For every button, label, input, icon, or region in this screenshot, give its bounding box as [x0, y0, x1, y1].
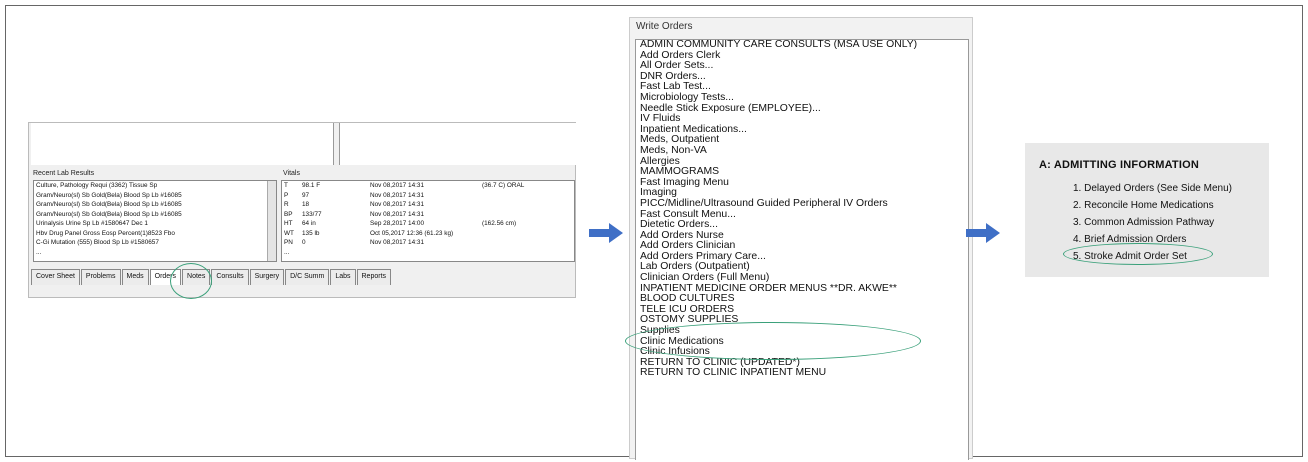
- vitals-cell-v: 18: [302, 201, 310, 208]
- vitals-cell-k: WT: [284, 229, 294, 237]
- arrow-right-icon: [589, 223, 623, 243]
- top-left-pane: [31, 123, 334, 165]
- inpatient-menu-highlight-circle: [625, 322, 921, 360]
- scrollbar[interactable]: [267, 181, 276, 261]
- vitals-cell-v: 135 lb: [302, 229, 320, 237]
- lab-result-row[interactable]: Gram/Neuro(sl) Sb Gold(Bela) Blood Sp Lb…: [34, 200, 276, 210]
- lab-result-row[interactable]: Culture, Pathology Requi (3362) Tissue S…: [34, 181, 276, 191]
- stroke-order-highlight-circle: [1063, 243, 1213, 265]
- vitals-row[interactable]: WT 135 lb Oct 05,2017 12:36 (61.23 kg): [282, 229, 574, 239]
- tab-reports[interactable]: Reports: [356, 269, 392, 285]
- write-orders-header: Write Orders: [636, 21, 693, 32]
- orders-tab-highlight-circle: [170, 263, 212, 299]
- tab-cover-sheet[interactable]: Cover Sheet: [31, 269, 80, 285]
- lab-result-row[interactable]: C-Gi Mutation (555) Blood Sp Lb #1580657: [34, 238, 276, 248]
- vitals-title: Vitals: [283, 170, 300, 177]
- vitals-cell-v: 97: [302, 191, 310, 199]
- vitals-row[interactable]: T 98.1 F Nov 08,2017 14:31 (36.7 C) ORAL: [282, 181, 574, 191]
- vitals-row[interactable]: R 18 Nov 08,2017 14:31: [282, 200, 574, 210]
- orders-list: ADMIN COMMUNITY CARE CONSULTS (MSA USE O…: [635, 39, 969, 460]
- vitals-row[interactable]: P 97 Nov 08,2017 14:31: [282, 191, 574, 201]
- vitals-cell-d: Nov 08,2017 14:31: [370, 210, 425, 218]
- tab-consults[interactable]: Consults: [211, 269, 249, 285]
- admitting-item[interactable]: 1. Delayed Orders (See Side Menu): [1073, 183, 1232, 194]
- arrow-right-icon: [966, 223, 1000, 243]
- admitting-title: A: ADMITTING INFORMATION: [1039, 159, 1199, 171]
- cprs-cover-sheet: Recent Lab Results Vitals Culture, Patho…: [28, 122, 576, 298]
- vitals-row[interactable]: BP 133/77 Nov 08,2017 14:31: [282, 210, 574, 220]
- vitals-cell-k: HT: [284, 220, 293, 227]
- lab-result-row[interactable]: Gram/Neuro(sl) Sb Gold(Bela) Blood Sp Lb…: [34, 210, 276, 220]
- lab-result-row[interactable]: Gram/Neuro(sl) Sb Gold(Bela) Blood Sp Lb…: [34, 191, 276, 201]
- vitals-row[interactable]: ...: [282, 248, 574, 258]
- top-right-pane: [339, 123, 576, 165]
- vitals-cell-v: 64 in: [302, 220, 316, 227]
- order-menu-item[interactable]: ADMIN COMMUNITY CARE CONSULTS (MSA USE O…: [640, 40, 968, 51]
- vitals-cell-k: T: [284, 182, 288, 189]
- order-menu-item[interactable]: Microbiology Tests...: [640, 92, 968, 104]
- vitals-cell-v: 98.1 F: [302, 182, 321, 189]
- order-menu-item[interactable]: PICC/Midline/Ultrasound Guided Periphera…: [640, 198, 968, 210]
- order-menu-item[interactable]: Fast Imaging Menu: [640, 177, 968, 189]
- order-menu-item[interactable]: Meds, Non-VA: [640, 145, 968, 157]
- tab-labs[interactable]: Labs: [330, 269, 356, 285]
- vitals-cell-k: P: [284, 191, 289, 199]
- order-menu-item[interactable]: Needle Stick Exposure (EMPLOYEE)...: [640, 103, 968, 115]
- vitals-row[interactable]: HT 64 in Sep 28,2017 14:00 (162.56 cm): [282, 219, 574, 229]
- lab-result-row[interactable]: Urinalysis Urine Sp Lb #1580647 Dec 1: [34, 219, 276, 229]
- vitals-cell-v: 0: [302, 239, 306, 246]
- tab-problems[interactable]: Problems: [80, 269, 121, 285]
- tab-surgery[interactable]: Surgery: [249, 269, 285, 285]
- order-menu-item[interactable]: RETURN TO CLINIC INPATIENT MENU: [640, 368, 968, 379]
- lab-result-row[interactable]: ...: [34, 248, 276, 258]
- vitals-cell-k: ...: [284, 248, 290, 256]
- vitals-cell-d: Oct 05,2017 12:36 (61.23 kg): [370, 229, 454, 237]
- vitals-cell-x: (162.56 cm): [482, 220, 517, 227]
- lab-result-row[interactable]: Hbv Drug Panel Gross Eosp Percent(1)8523…: [34, 229, 276, 239]
- vitals-cell-d: Nov 08,2017 14:31: [370, 239, 425, 246]
- tab-meds[interactable]: Meds: [121, 269, 149, 285]
- lab-results-list[interactable]: Culture, Pathology Requi (3362) Tissue S…: [33, 180, 277, 262]
- vitals-row[interactable]: PN 0 Nov 08,2017 14:31: [282, 238, 574, 248]
- write-orders-panel: Write Orders ADMIN COMMUNITY CARE CONSUL…: [629, 17, 973, 460]
- lab-results-title: Recent Lab Results: [33, 170, 95, 177]
- vitals-cell-d: Nov 08,2017 14:31: [370, 201, 425, 208]
- vitals-cell-x: (36.7 C) ORAL: [482, 182, 525, 189]
- tab-d-c-summ[interactable]: D/C Summ: [285, 269, 330, 285]
- vitals-cell-k: PN: [284, 239, 293, 246]
- vitals-cell-v: 133/77: [302, 210, 322, 218]
- vitals-cell-d: Nov 08,2017 14:31: [370, 191, 425, 199]
- vitals-cell-d: Sep 28,2017 14:00: [370, 220, 425, 227]
- admitting-item[interactable]: 3. Common Admission Pathway: [1073, 217, 1214, 228]
- vitals-cell-k: BP: [284, 210, 293, 218]
- admitting-item[interactable]: 2. Reconcile Home Medications: [1073, 200, 1214, 211]
- vitals-cell-d: Nov 08,2017 14:31: [370, 182, 425, 189]
- vitals-cell-k: R: [284, 201, 289, 208]
- vitals-list[interactable]: T 98.1 F Nov 08,2017 14:31 (36.7 C) ORAL P 97…: [281, 180, 575, 262]
